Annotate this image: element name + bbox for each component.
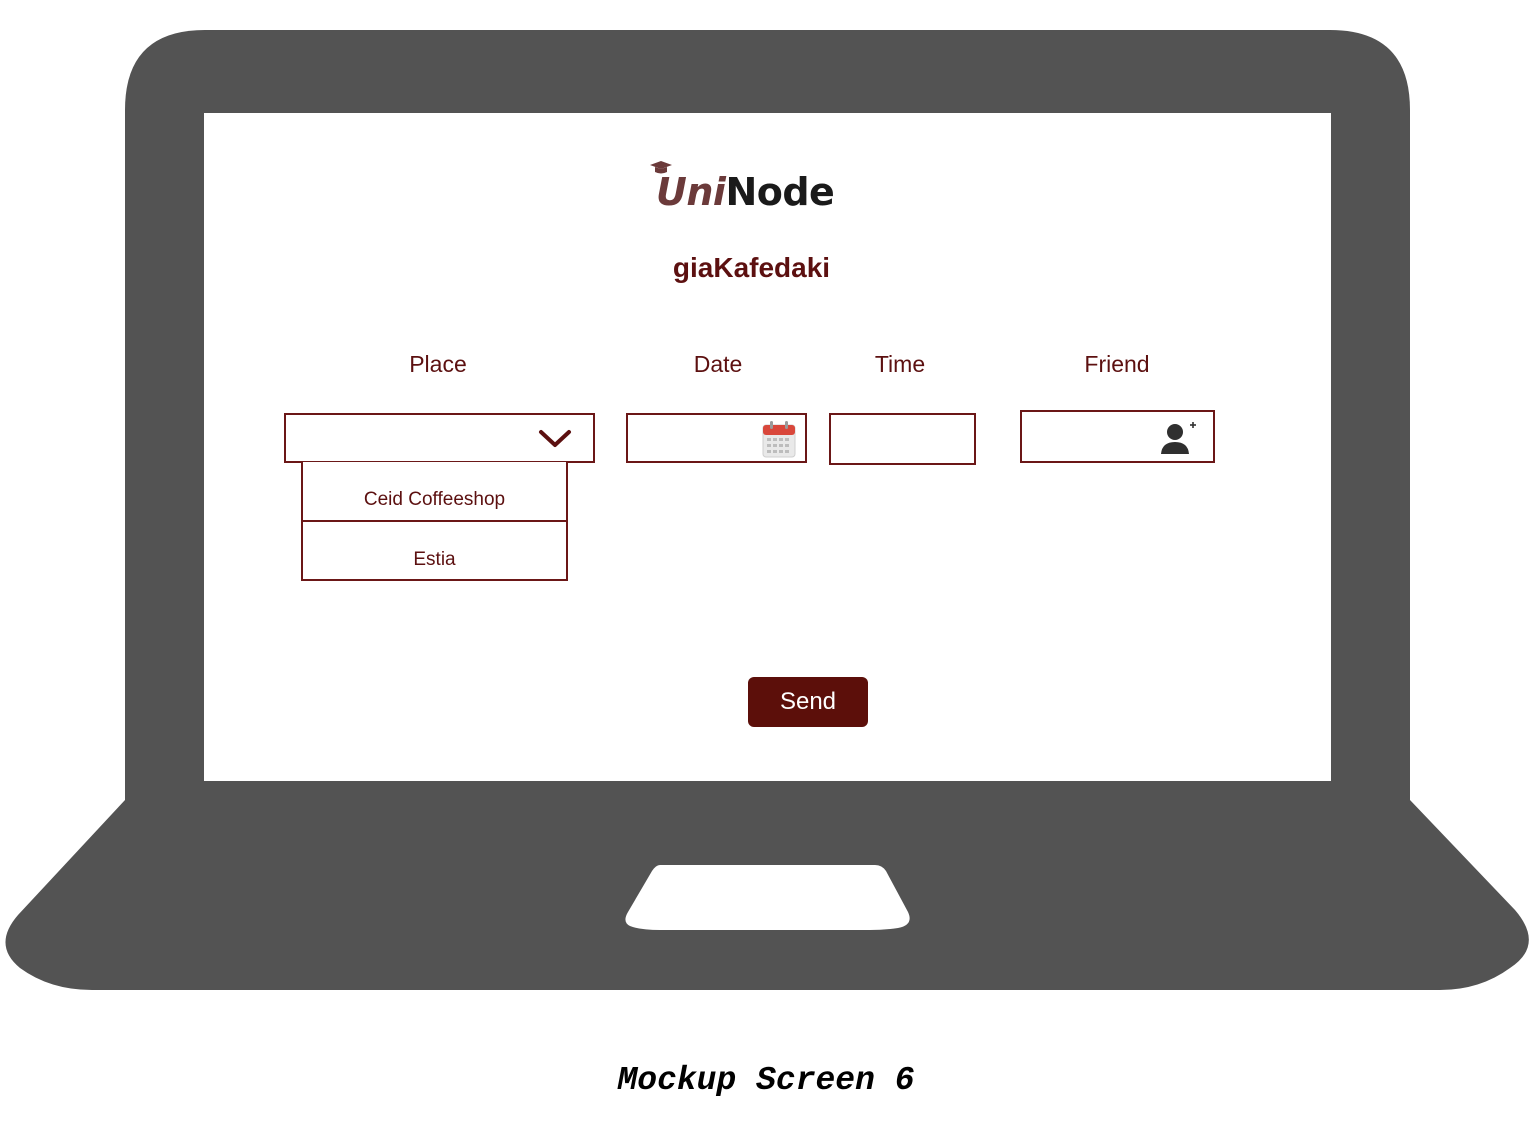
time-input[interactable] — [829, 413, 976, 465]
send-button[interactable]: Send — [748, 677, 868, 727]
time-label: Time — [874, 351, 926, 377]
friend-input[interactable] — [1020, 410, 1215, 463]
uninode-logo: UniNode — [648, 159, 858, 217]
place-option-estia[interactable]: Estia — [301, 522, 568, 581]
logo-part-uni: Uni — [656, 170, 726, 214]
app-screen: UniNode giaKafedaki Place Date Time Frie… — [204, 113, 1331, 781]
date-label: Date — [693, 351, 743, 377]
logo-wordmark: UniNode — [656, 169, 835, 215]
mockup-caption: Mockup Screen 6 — [617, 1062, 915, 1099]
place-option-ceid-coffeeshop[interactable]: Ceid Coffeeshop — [301, 462, 568, 522]
mockup-stage: UniNode giaKafedaki Place Date Time Frie… — [0, 0, 1532, 1148]
friend-label: Friend — [1084, 351, 1150, 377]
date-input[interactable] — [626, 413, 807, 463]
place-dropdown-menu: Ceid Coffeeshop Estia — [301, 462, 568, 581]
chevron-down-icon[interactable] — [537, 423, 573, 453]
laptop-trackpad — [625, 865, 910, 930]
logo-part-node: Node — [725, 170, 835, 214]
place-label: Place — [409, 351, 467, 377]
add-user-icon[interactable] — [1159, 420, 1199, 456]
calendar-icon[interactable] — [761, 419, 797, 459]
place-select[interactable] — [284, 413, 595, 463]
page-title: giaKafedaki — [672, 252, 831, 283]
